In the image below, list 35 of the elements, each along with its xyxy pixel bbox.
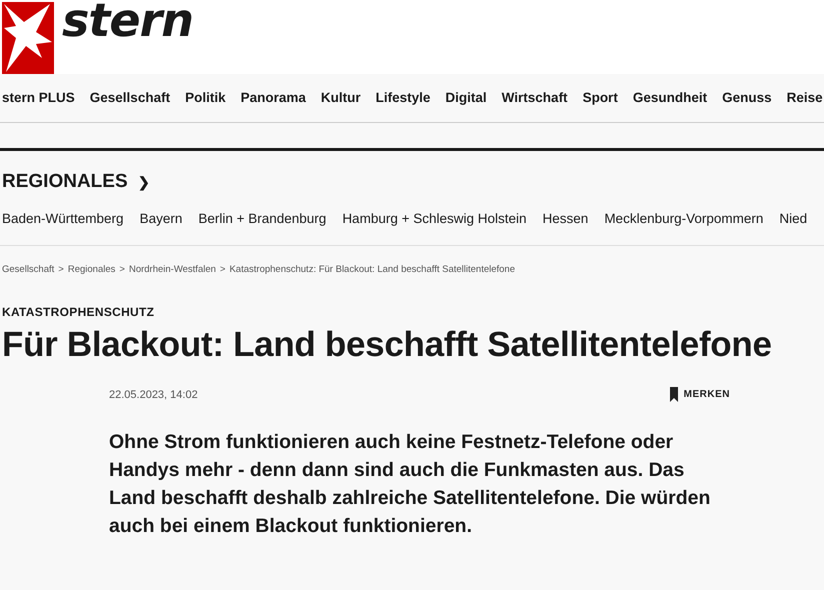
region-link[interactable]: Hamburg + Schleswig Holstein: [342, 211, 527, 237]
article-lead: Ohne Strom funktionieren auch keine Festnetz-Telefone oder Handys mehr - denn dann sind auch die Funkmasten aus. Das Land beschafft deshalb zahlreiche Satellitentelefone. Die würden auch bei einem Blackout funktionieren.: [109, 430, 712, 539]
nav-link[interactable]: Reise: [786, 90, 823, 122]
nav-link[interactable]: stern PLUS: [2, 90, 75, 122]
breadcrumb-link[interactable]: Regionales: [68, 264, 116, 275]
bookmark-button[interactable]: MERKEN: [670, 387, 730, 402]
nav-link[interactable]: Gesellschaft: [90, 90, 170, 122]
nav-link[interactable]: Genuss: [722, 90, 772, 122]
nav-link[interactable]: Panorama: [240, 90, 306, 122]
section-link[interactable]: REGIONALES ❯: [2, 171, 150, 193]
region-link[interactable]: Nied: [779, 211, 808, 237]
breadcrumb-link[interactable]: Katastrophenschutz: Für Blackout: Land beschafft Satellitentelefone: [229, 264, 516, 275]
region-link[interactable]: Hessen: [542, 211, 588, 237]
bookmark-icon: [670, 387, 678, 402]
breadcrumb-link[interactable]: Nordrhein-Westfalen: [128, 264, 216, 275]
breadcrumb-separator: >: [58, 264, 64, 275]
nav-link[interactable]: Lifestyle: [376, 90, 430, 122]
nav-link[interactable]: Gesundheit: [632, 90, 708, 122]
nav-link[interactable]: Wirtschaft: [502, 90, 568, 122]
breadcrumb-separator: >: [119, 264, 125, 275]
region-link[interactable]: Mecklenburg-Vorpommern: [604, 211, 764, 237]
nav-link[interactable]: Digital: [445, 90, 487, 122]
region-link[interactable]: Bayern: [140, 211, 182, 237]
logo-wordmark[interactable]: stern: [62, 0, 194, 40]
nav-link[interactable]: Sport: [582, 90, 618, 122]
article-headline: Für Blackout: Land beschafft Satellitentelefone: [2, 325, 773, 365]
star-logo-icon[interactable]: [2, 2, 54, 74]
publish-date: 22.05.2023, 14:02: [109, 388, 198, 400]
nav-link[interactable]: Politik: [185, 90, 226, 122]
region-link[interactable]: Baden-Württemberg: [2, 211, 124, 237]
nav-link[interactable]: Kultur: [320, 90, 361, 122]
breadcrumb-separator: >: [220, 264, 226, 275]
article-kicker: KATASTROPHENSCHUTZ: [2, 305, 156, 319]
region-link[interactable]: Berlin + Brandenburg: [198, 211, 326, 237]
breadcrumb-link[interactable]: Gesellschaft: [2, 264, 54, 275]
